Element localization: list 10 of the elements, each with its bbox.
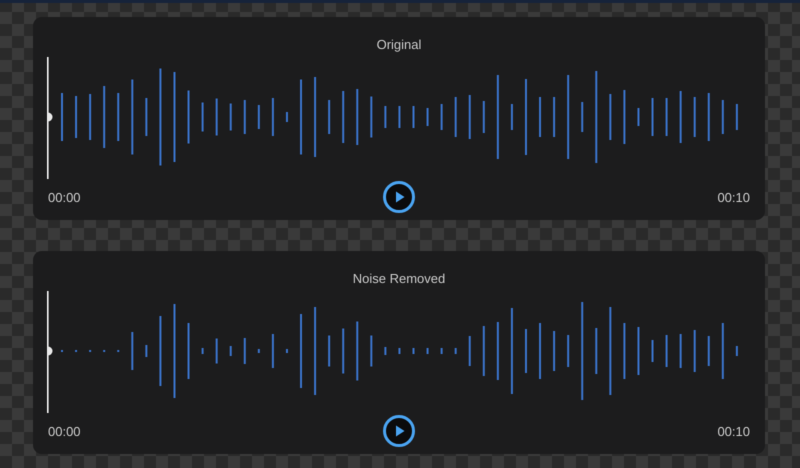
playhead[interactable] [47,291,52,413]
start-time: 00:00 [48,424,81,438]
playhead[interactable] [47,57,52,179]
play-button[interactable] [383,181,415,213]
end-time: 00:10 [717,424,750,438]
play-button[interactable] [383,415,415,447]
start-time: 00:00 [48,190,81,204]
end-time: 00:10 [717,190,750,204]
card-title: Noise Removed [352,270,446,288]
card-title: Original [376,36,422,54]
